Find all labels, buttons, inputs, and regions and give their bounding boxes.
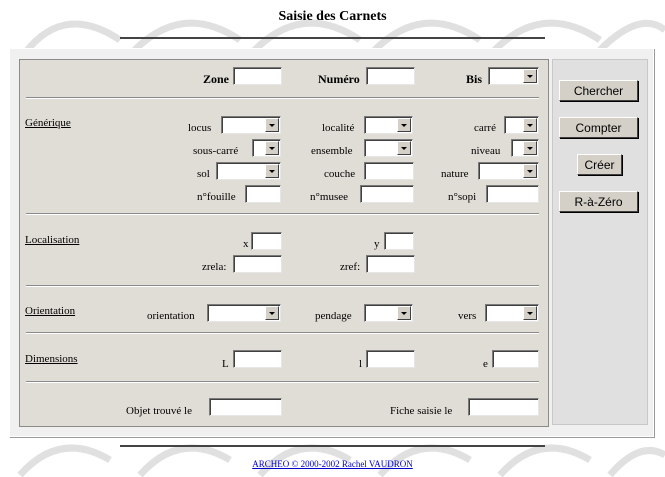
nmusee-input[interactable] [360, 185, 414, 203]
compter-button[interactable]: Compter [559, 117, 638, 138]
fiche-saisie-label: Fiche saisie le [390, 405, 453, 417]
couche-input[interactable] [364, 162, 414, 180]
chevron-down-icon [265, 141, 279, 155]
nfouille-label: n°fouille [197, 191, 236, 203]
ensemble-select[interactable] [364, 139, 413, 157]
section-divider [26, 213, 539, 215]
section-divider [26, 97, 539, 99]
footer-credit-link[interactable]: ARCHEO © 2000-2002 Rachel VAUDRON [0, 459, 665, 469]
nmusee-label: n°musee [310, 191, 349, 203]
chevron-down-icon [523, 141, 537, 155]
bis-label: Bis [466, 72, 483, 86]
sol-select[interactable] [216, 162, 281, 180]
zref-input[interactable] [366, 255, 415, 273]
ensemble-label: ensemble [311, 145, 353, 157]
y-input[interactable] [384, 232, 414, 250]
width-input[interactable] [366, 350, 415, 368]
zrela-input[interactable] [233, 255, 282, 273]
y-label: y [374, 238, 380, 250]
thickness-input[interactable] [492, 350, 539, 368]
x-label: x [243, 238, 249, 250]
nsopi-input[interactable] [486, 185, 539, 203]
page-title: Saisie des Carnets [278, 9, 387, 24]
carre-label: carré [474, 122, 496, 134]
creer-button[interactable]: Créer [577, 154, 622, 175]
length-label: L [222, 358, 229, 370]
sol-label: sol [197, 168, 210, 180]
zref-label: zref: [340, 261, 361, 273]
pendage-select[interactable] [364, 304, 413, 322]
niveau-label: niveau [471, 145, 501, 157]
thickness-label: e [483, 358, 488, 370]
section-title-generique: Générique [25, 117, 71, 129]
footer-rule [120, 445, 545, 447]
niveau-select[interactable] [511, 139, 539, 157]
bis-select[interactable] [488, 67, 539, 85]
nfouille-input[interactable] [245, 185, 281, 203]
nature-label: nature [441, 168, 469, 180]
chevron-down-icon [523, 306, 537, 320]
zone-input[interactable] [233, 67, 282, 85]
reset-button[interactable]: R-à-Zéro [559, 191, 638, 212]
section-title-localisation: Localisation [25, 234, 80, 246]
locus-label: locus [188, 122, 212, 134]
chercher-button[interactable]: Chercher [559, 80, 638, 101]
numero-input[interactable] [366, 67, 415, 85]
locus-select[interactable] [221, 116, 281, 134]
actions-panel [552, 59, 648, 425]
section-title-dimensions: Dimensions [25, 353, 78, 365]
vers-label: vers [458, 310, 477, 322]
orientation-label: orientation [147, 310, 195, 322]
numero-label: Numéro [318, 72, 360, 86]
sous-carre-label: sous-carré [193, 145, 239, 157]
section-divider [26, 381, 539, 383]
zrela-label: zrela: [202, 261, 227, 273]
section-divider [26, 332, 539, 334]
chevron-down-icon [397, 306, 411, 320]
width-label: l [359, 358, 363, 370]
couche-label: couche [324, 168, 356, 180]
sous-carre-select[interactable] [252, 139, 281, 157]
form-panel [19, 59, 549, 427]
chevron-down-icon [397, 141, 411, 155]
objet-trouve-label: Objet trouvé le [126, 405, 192, 417]
vers-select[interactable] [485, 304, 539, 322]
chevron-down-icon [523, 118, 537, 132]
chevron-down-icon [265, 118, 279, 132]
chevron-down-icon [397, 118, 411, 132]
title-rule [120, 37, 545, 39]
nature-select[interactable] [478, 162, 539, 180]
orientation-select[interactable] [207, 304, 281, 322]
carre-select[interactable] [504, 116, 539, 134]
chevron-down-icon [265, 164, 279, 178]
section-title-orientation: Orientation [25, 305, 76, 317]
section-divider [26, 285, 539, 287]
chevron-down-icon [265, 306, 279, 320]
chevron-down-icon [523, 164, 537, 178]
pendage-label: pendage [315, 310, 352, 322]
localite-label: localité [322, 122, 355, 134]
nsopi-label: n°sopi [448, 191, 477, 203]
zone-label: Zone [203, 72, 230, 86]
fiche-saisie-input[interactable] [468, 398, 539, 416]
objet-trouve-input[interactable] [209, 398, 282, 416]
chevron-down-icon [523, 69, 537, 83]
localite-select[interactable] [364, 116, 413, 134]
length-input[interactable] [233, 350, 282, 368]
x-input[interactable] [251, 232, 282, 250]
